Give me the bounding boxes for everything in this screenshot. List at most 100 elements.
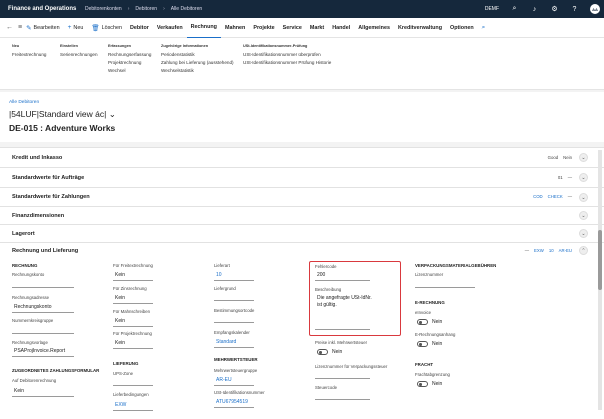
ribbon-group-header: Neu [12,44,20,48]
breadcrumb-item[interactable]: Debitorenkonten [85,6,122,12]
summary-value[interactable]: AR-EU [559,248,572,253]
view-selector[interactable]: |54LUF|Standard view ác| ⌄ [9,109,116,120]
delivery-reason-field[interactable] [214,300,254,301]
chevron-down-icon[interactable]: ⌄ [579,173,588,182]
back-arrow-icon[interactable]: ← [6,24,13,31]
collection-letter-form-field[interactable]: Kein [115,318,125,324]
prices-incl-vat-toggle[interactable] [317,349,328,355]
tax-code-field[interactable] [315,399,370,400]
project-invoice-form-field[interactable]: Kein [115,340,125,346]
ribbon-item[interactable]: Wechselstatistik [161,68,234,73]
section-header: LIEFERUNG [113,361,139,366]
chevron-up-icon[interactable]: ⌃ [579,246,588,255]
ribbon-item[interactable]: Projektrechnung [108,60,151,65]
summary-value[interactable]: 10 [549,248,554,253]
payment-form-field[interactable]: Kein [14,388,24,394]
field-label: Lizenznummer [415,272,444,277]
destination-code-field[interactable] [214,322,254,323]
page-header: Alle Debitoren |54LUF|Standard view ác| … [0,92,604,142]
ribbon-item[interactable]: Freitextrechnung [12,52,46,57]
field-underline [214,280,254,281]
ribbon-item[interactable]: Periodenstatistik [161,52,234,57]
ribbon-item[interactable]: Rechnungserfassung [108,52,151,57]
fasttab-summary: — EXW 10 AR-EU [525,248,572,253]
einvoice-attachment-toggle[interactable] [417,341,428,347]
top-right-controls: DEMF ⌕ ♪ ⚙ ? AA [485,0,600,18]
invoice-address-field[interactable]: Rechnungskonto [14,304,52,310]
fasttab-title[interactable]: Rechnung und Lieferung [12,248,78,254]
fasttab-order-defaults[interactable]: Standardwerte für Aufträge 01 — ⌄ [0,167,604,187]
scrollbar-thumb[interactable] [598,230,602,290]
new-button[interactable]: + Neu [64,18,88,38]
ribbon-group-header: Erfassungen [108,44,131,48]
field-label: Lieferbedingungen [113,392,149,397]
tab-kreditverwaltung[interactable]: Kreditverwaltung [394,18,446,38]
summary-value[interactable]: CHECK [548,194,563,199]
receipt-calendar-field[interactable]: Standard [216,339,236,345]
back-link[interactable]: Alle Debitoren [9,100,39,105]
gear-icon[interactable]: ⚙ [550,5,559,14]
breadcrumb-item[interactable]: Debitoren [135,6,157,12]
help-icon[interactable]: ? [570,5,579,14]
delete-button[interactable]: 🗑 Löschen [87,18,126,38]
tab-projekte[interactable]: Projekte [249,18,278,38]
number-sequence-field[interactable] [12,333,74,334]
summary-value[interactable]: COD [533,194,543,199]
field-underline [113,348,153,349]
delivery-mode-field[interactable]: 10 [216,272,222,278]
pencil-icon: ✎ [26,24,32,32]
action-lead: ← ≡ [0,24,22,31]
free-text-form-field[interactable]: Kein [115,272,125,278]
tab-markt[interactable]: Markt [306,18,328,38]
ribbon-group-new: Neu Freitextrechnung [12,44,46,60]
tab-optionen[interactable]: Optionen [446,18,478,38]
ribbon-item[interactable]: Wechsel [108,68,151,73]
fasttab-payment-defaults[interactable]: Standardwerte für Zahlungen COD CHECK — … [0,187,604,206]
vat-id-field[interactable]: ATU67954519 [216,399,248,405]
packaging-license-number-field[interactable] [415,287,475,288]
invoice-template-field[interactable]: PSAProjInvoice.Report [14,348,65,354]
fasttab-warehouse[interactable]: Lagerort ⌄ [0,224,604,242]
fasttab-credit[interactable]: Kredit und Inkasso Good Nein ⌄ [0,147,604,167]
tab-handel[interactable]: Handel [328,18,354,38]
chevron-down-icon[interactable]: ⌄ [579,193,588,202]
field-label: Preise inkl. Mehrwertsteuer [315,340,368,345]
fasttab-financial-dimensions[interactable]: Finanzdimensionen ⌄ [0,206,604,224]
ribbon-item[interactable]: USt-Identifikationsnummer überprüfen [243,52,331,57]
avatar[interactable]: AA [590,4,600,14]
tab-service[interactable]: Service [279,18,306,38]
summary-value[interactable]: EXW [534,248,544,253]
ups-zone-field[interactable] [113,385,153,386]
invoice-account-field[interactable] [12,287,74,288]
tab-mahnen[interactable]: Mahnen [221,18,249,38]
chevron-down-icon[interactable]: ⌄ [579,153,588,162]
field-underline [113,326,153,327]
bell-icon[interactable]: ♪ [530,5,539,14]
chevron-down-icon[interactable]: ⌄ [579,229,588,238]
einvoice-toggle[interactable] [417,319,428,325]
ribbon-item[interactable]: Zahlung bei Lieferung (ausstehend) [161,60,234,65]
packaging-license-field[interactable] [315,378,370,379]
interest-form-field[interactable]: Kein [115,295,125,301]
ribbon-item[interactable]: Serienrechnungen [60,52,98,57]
tab-allgemeines[interactable]: Allgemeines [354,18,394,38]
edit-button[interactable]: ✎ Bearbeiten [22,18,64,38]
sales-tax-group-field[interactable]: AR-EU [216,377,232,383]
action-search-button[interactable]: ⌕ [478,18,490,38]
summary-value: Nein [563,155,572,160]
tab-debitor[interactable]: Debitor [126,18,153,38]
freight-accrual-toggle[interactable] [417,381,428,387]
search-icon[interactable]: ⌕ [510,5,519,14]
field-underline [214,407,254,408]
tab-rechnung[interactable]: Rechnung [186,18,221,38]
ribbon-item[interactable]: USt-Identifikationsnummer Prüfung Histor… [243,60,331,65]
tab-verkaufen[interactable]: Verkaufen [153,18,187,38]
field-label: Empfangskalender [214,330,250,335]
field-label: eInvoice [415,310,432,315]
company-picker[interactable]: DEMF [485,6,499,12]
breadcrumb-item[interactable]: Alle Debitoren [171,6,202,12]
summary-value: — [524,248,530,253]
delivery-terms-field[interactable]: EXW [115,402,126,408]
chevron-down-icon[interactable]: ⌄ [579,211,588,220]
field-label: Frachtabgrenzung [415,372,450,377]
